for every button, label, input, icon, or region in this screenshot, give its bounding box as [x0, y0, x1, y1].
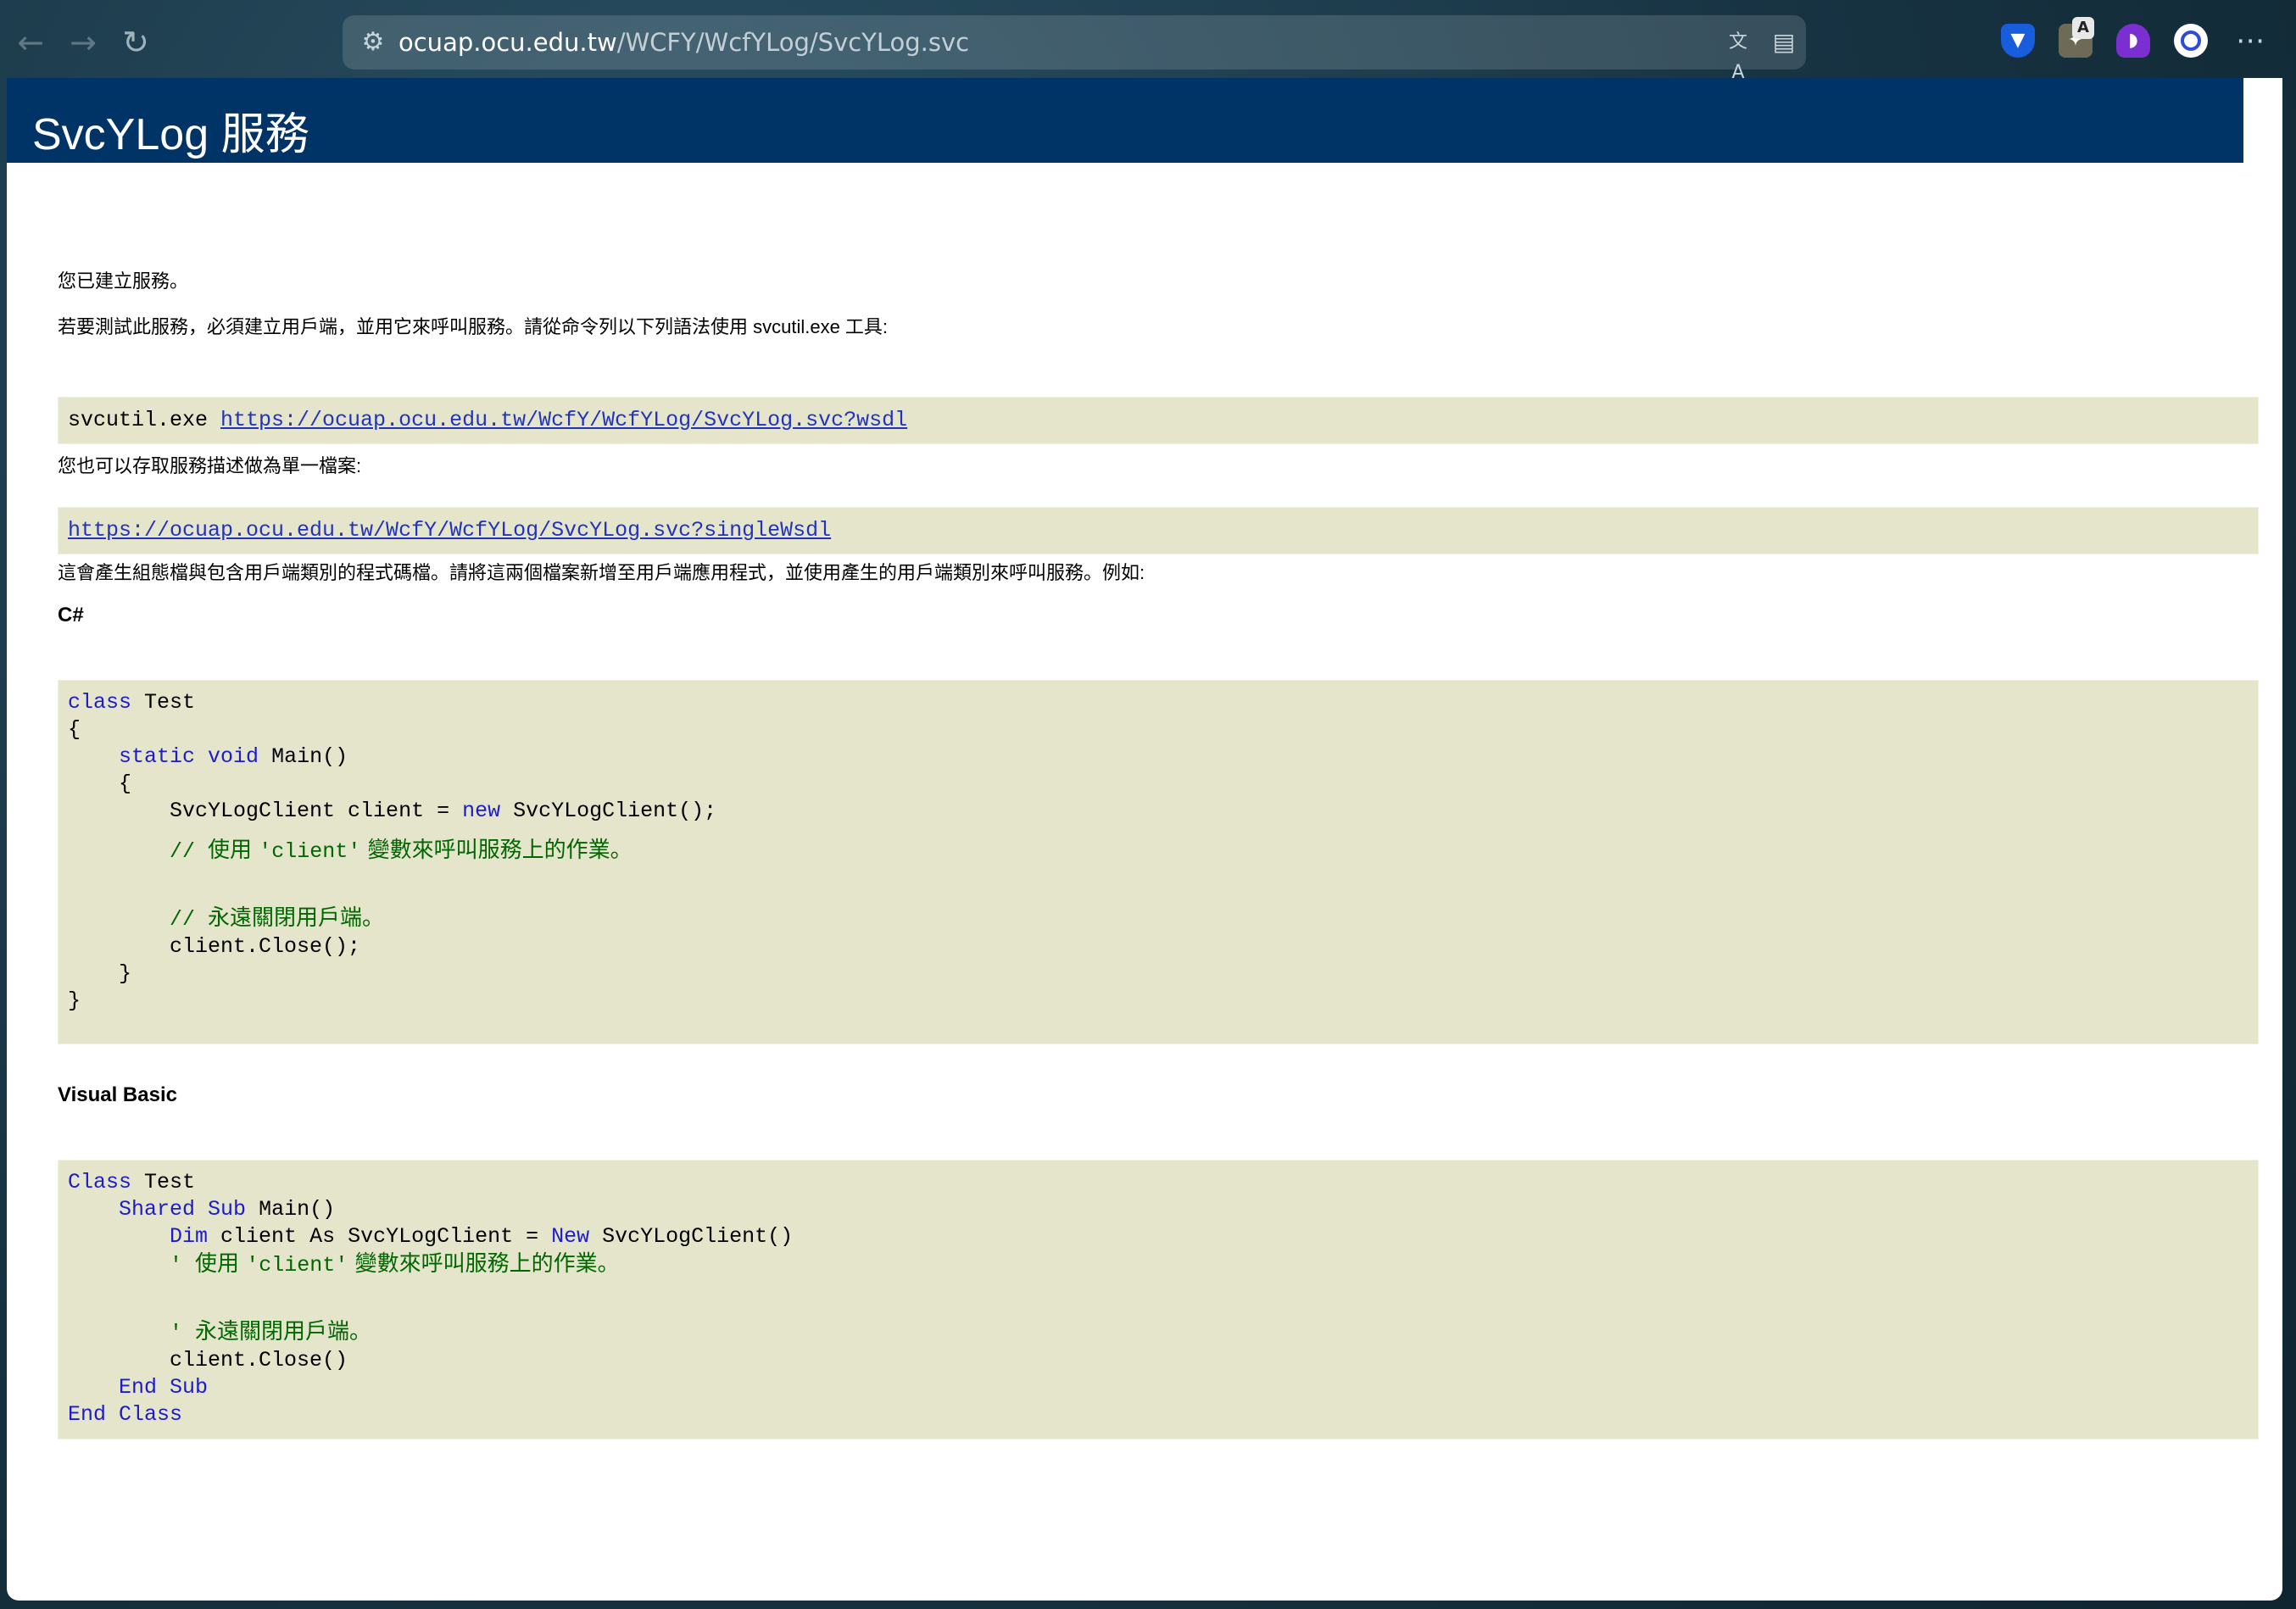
code-keyword: End: [68, 1402, 107, 1427]
back-icon[interactable]: ←: [10, 22, 51, 63]
purple-extension-icon[interactable]: ◗: [2116, 24, 2150, 58]
address-bar[interactable]: ⚙ ocuap.ocu.edu.tw/WCFY/WcfYLog/SvcYLog.…: [343, 15, 1806, 83]
code-keyword: End: [119, 1375, 158, 1400]
code-text: client.Close(): [68, 1348, 348, 1372]
code-comment: ': [68, 1321, 196, 1345]
code-text: Main(): [246, 1197, 336, 1222]
wsdl-link[interactable]: https://ocuap.ocu.edu.tw/WcfY/WcfYLog/Sv…: [220, 408, 907, 432]
code-text: }: [68, 961, 132, 986]
code-text: Main(): [259, 744, 348, 769]
generate-text: 這會產生組態檔與包含用戶端類別的程式碼檔。請將這兩個檔案新增至用戶端應用程式，並…: [58, 562, 1145, 583]
code-comment: //: [68, 907, 209, 932]
code-keyword: Sub: [208, 1197, 247, 1222]
page-heading-bar: SvcYLog 服務: [7, 78, 2243, 163]
code-comment: 使用: [208, 838, 259, 863]
code-comment: 使用: [195, 1251, 247, 1277]
code-text: Test: [131, 690, 196, 715]
code-text: {: [68, 717, 81, 742]
page-title: SvcYLog 服務: [32, 110, 309, 159]
code-comment: ': [68, 1253, 196, 1278]
code-comment: 變數來呼叫服務上的作業。: [360, 838, 633, 863]
code-keyword: Dim: [170, 1224, 209, 1249]
ring-extension-icon[interactable]: [2174, 24, 2208, 58]
code-comment: 'client': [246, 1253, 348, 1278]
created-text: 您已建立服務。: [58, 270, 189, 292]
more-menu-icon[interactable]: ⋯: [2230, 20, 2271, 61]
code-text: client.Close();: [68, 934, 361, 959]
code-text: SvcYLogClient client =: [68, 799, 463, 823]
code-text: }: [68, 988, 81, 1013]
url-path: /WCFY/WcfYLog/SvcYLog.svc: [616, 28, 970, 57]
csharp-title: C#: [58, 604, 84, 626]
single-wsdl-box: https://ocuap.ocu.edu.tw/WcfY/WcfYLog/Sv…: [58, 507, 2259, 554]
site-info-icon[interactable]: ⚙: [358, 27, 388, 58]
reader-mode-icon[interactable]: ▤: [1769, 27, 1799, 58]
code-keyword: New: [551, 1224, 590, 1249]
code-keyword: class: [68, 690, 132, 715]
bitwarden-extension-icon[interactable]: ▼: [2001, 24, 2035, 58]
code-keyword: void: [208, 744, 259, 769]
url-host: ocuap.ocu.edu.tw: [398, 28, 617, 57]
forward-icon[interactable]: →: [63, 22, 103, 63]
single-wsdl-link[interactable]: https://ocuap.ocu.edu.tw/WcfY/WcfYLog/Sv…: [68, 518, 831, 543]
svcutil-command: svcutil.exe: [68, 408, 221, 432]
code-keyword: Class: [68, 1170, 132, 1194]
svcutil-command-box: svcutil.exe https://ocuap.ocu.edu.tw/Wcf…: [58, 397, 2259, 444]
code-comment: //: [68, 839, 209, 864]
code-text: Test: [131, 1170, 196, 1194]
code-text: SvcYLogClient();: [500, 799, 717, 823]
code-comment: 變數來呼叫服務上的作業。: [348, 1251, 620, 1277]
code-keyword: Shared: [119, 1197, 196, 1222]
code-comment: 永遠關閉用戶端。: [195, 1319, 372, 1345]
code-keyword: Sub: [170, 1375, 209, 1400]
single-file-text: 您也可以存取服務描述做為單一檔案:: [58, 455, 362, 476]
translate-icon[interactable]: 文A: [1723, 27, 1753, 83]
code-text: SvcYLogClient(): [589, 1224, 794, 1249]
code-keyword: new: [462, 799, 501, 823]
reload-icon[interactable]: ↻: [115, 22, 156, 63]
vb-code-block: Class Test Shared Sub Main() Dim client …: [58, 1160, 2259, 1439]
extension-badge: A: [2072, 17, 2094, 39]
code-text: {: [68, 771, 132, 796]
code-comment: 'client': [259, 839, 361, 864]
vb-title: Visual Basic: [58, 1083, 177, 1106]
test-instructions: 若要測試此服務，必須建立用戶端，並用它來呼叫服務。請從命令列以下列語法使用 sv…: [58, 316, 889, 337]
code-keyword: Class: [119, 1402, 183, 1427]
code-comment: 永遠關閉用戶端。: [208, 905, 385, 931]
code-keyword: static: [119, 744, 196, 769]
url-text[interactable]: ocuap.ocu.edu.tw/WCFY/WcfYLog/SvcYLog.sv…: [398, 15, 969, 70]
code-text: client As SvcYLogClient =: [208, 1224, 552, 1249]
page-viewport: SvcYLog 服務 您已建立服務。 若要測試此服務，必須建立用戶端，並用它來呼…: [7, 78, 2282, 1601]
csharp-code-block: class Test { static void Main() { SvcYLo…: [58, 680, 2259, 1044]
browser-toolbar: ← → ↻ ⚙ ocuap.ocu.edu.tw/WCFY/WcfYLog/Sv…: [0, 0, 2296, 83]
